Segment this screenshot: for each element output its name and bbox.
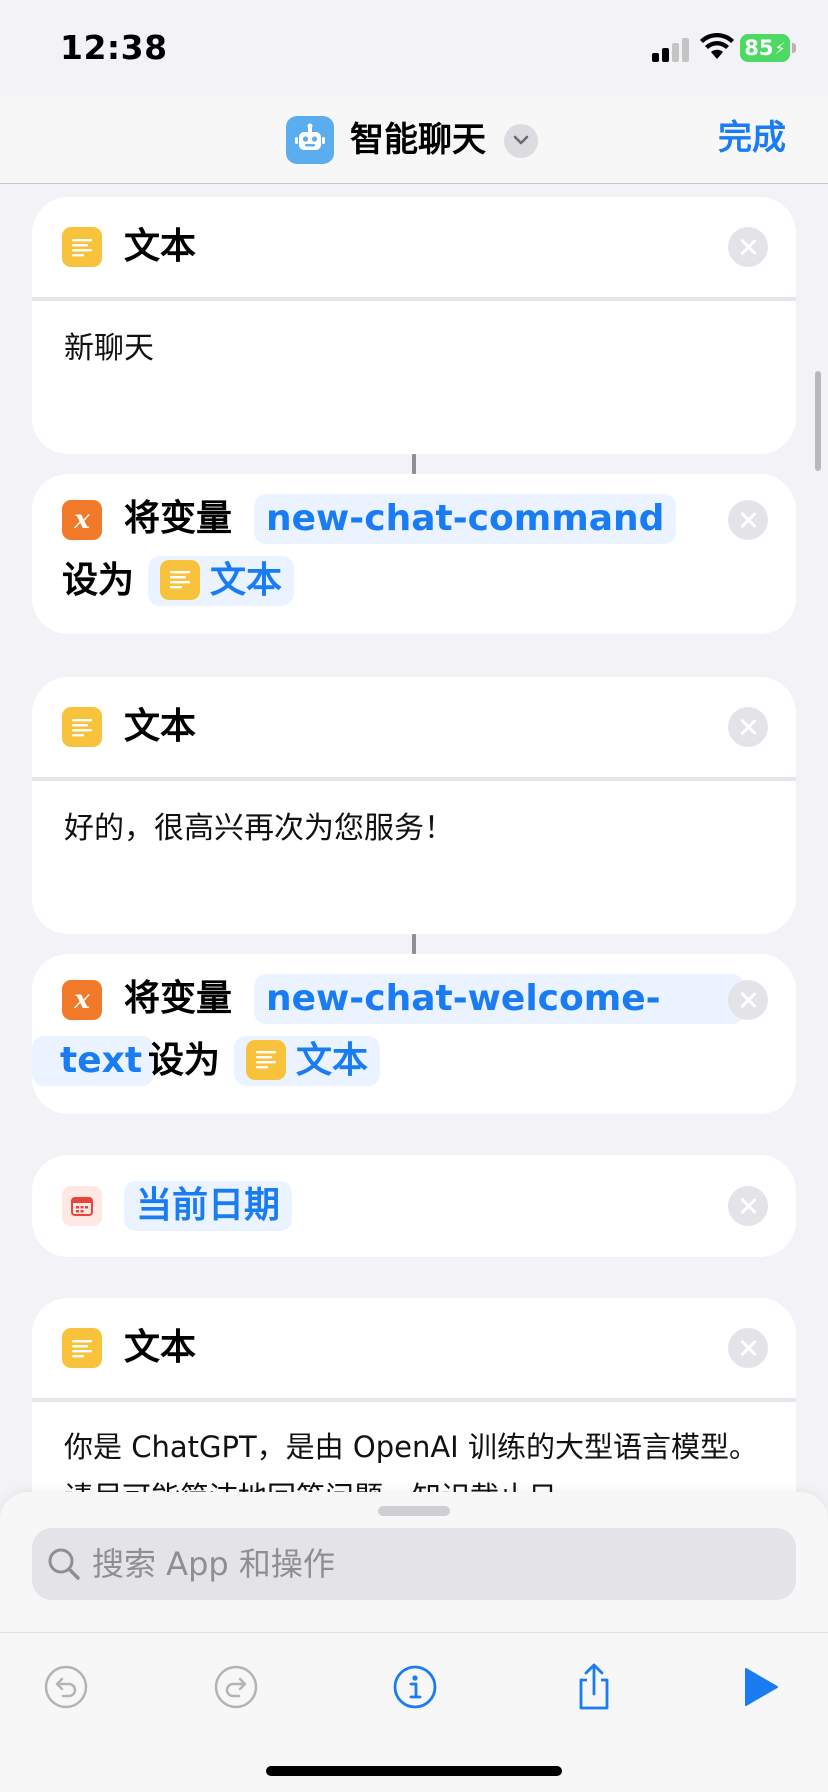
variable-value-label: 文本 (296, 1040, 369, 1081)
chevron-down-icon (513, 135, 529, 145)
text-content-field[interactable]: 你是 ChatGPT，是由 OpenAI 训练的大型语言模型。请尽可能简洁地回答… (32, 1402, 796, 1492)
card-header: 文本 (32, 1298, 796, 1398)
text-content-field[interactable]: 好的，很高兴再次为您服务！ (32, 781, 796, 877)
action-title: 文本 (124, 1327, 197, 1368)
action-search-sheet (0, 1492, 828, 1792)
nav-bar: 智能聊天 完成 (0, 96, 828, 184)
undo-icon (44, 1665, 88, 1709)
set-as-label: 设为 (148, 1040, 221, 1081)
variable-x-icon: x (62, 980, 102, 1020)
editor-toolbar (0, 1632, 828, 1742)
text-action-icon (62, 1328, 102, 1368)
variable-x-icon: x (62, 500, 102, 540)
wifi-icon (700, 33, 734, 59)
set-variable-action-card[interactable]: x 将变量 new-chat-command 设为 文本 (32, 474, 796, 634)
redo-button[interactable] (210, 1661, 262, 1713)
battery-level: 85 (744, 36, 774, 60)
scroll-indicator[interactable] (815, 371, 821, 471)
home-indicator (266, 1766, 562, 1776)
flow-connector (412, 454, 416, 474)
run-button[interactable] (734, 1661, 786, 1713)
set-variable-verb: 将变量 (124, 978, 233, 1019)
shortcut-editor-screen: 12:38 85 ⚡ 智能聊天 完成 文本 新聊天 x 将变量 new-chat… (0, 0, 828, 1792)
status-bar: 12:38 85 ⚡ (0, 0, 828, 96)
battery-tip (792, 43, 796, 53)
calendar-icon (62, 1186, 102, 1226)
search-icon (48, 1548, 80, 1580)
set-as-label: 设为 (62, 560, 135, 601)
remove-action-button[interactable] (728, 707, 768, 747)
play-icon (745, 1668, 778, 1706)
search-field[interactable] (32, 1528, 796, 1600)
robot-icon[interactable] (286, 116, 334, 164)
title-menu-button[interactable] (504, 124, 538, 158)
undo-button[interactable] (40, 1661, 92, 1713)
remove-action-button[interactable] (728, 500, 768, 540)
text-action-card[interactable]: 文本 好的，很高兴再次为您服务！ (32, 677, 796, 934)
remove-action-button[interactable] (728, 980, 768, 1020)
cellular-signal-icon (652, 36, 690, 62)
card-header: 文本 (32, 197, 796, 297)
status-time: 12:38 (60, 28, 168, 67)
variable-name-token[interactable]: new-chat-welcome- (254, 974, 744, 1024)
action-list[interactable]: 文本 新聊天 x 将变量 new-chat-command 设为 文本 文本 好… (0, 185, 828, 1492)
variable-value-label: 文本 (210, 560, 283, 601)
set-variable-verb: 将变量 (124, 498, 233, 539)
sheet-grabber[interactable] (378, 1506, 450, 1516)
card-header: 文本 (32, 677, 796, 777)
set-variable-action-card[interactable]: x 将变量 new-chat-welcome- text 设为 文本 (32, 954, 796, 1114)
redo-icon (214, 1665, 258, 1709)
flow-connector (412, 934, 416, 954)
current-date-action-card[interactable]: 当前日期 (32, 1155, 796, 1257)
share-button[interactable] (568, 1661, 620, 1713)
text-content-field[interactable]: 新聊天 (32, 301, 796, 397)
text-action-icon (246, 1040, 286, 1080)
variable-value-token[interactable]: 文本 (234, 1036, 381, 1086)
remove-action-button[interactable] (728, 1328, 768, 1368)
share-icon (579, 1663, 609, 1710)
info-button[interactable] (389, 1661, 441, 1713)
remove-action-button[interactable] (728, 1186, 768, 1226)
text-action-card[interactable]: 文本 新聊天 (32, 197, 796, 454)
done-button[interactable]: 完成 (718, 116, 786, 160)
action-title: 文本 (124, 226, 197, 267)
search-input[interactable] (92, 1528, 782, 1600)
variable-name-token-continued[interactable]: text (32, 1036, 155, 1086)
text-action-icon (62, 707, 102, 747)
shortcut-title[interactable]: 智能聊天 (350, 118, 486, 162)
variable-name-token[interactable]: new-chat-command (254, 494, 677, 544)
variable-value-token[interactable]: 文本 (148, 556, 295, 606)
text-action-icon (62, 227, 102, 267)
remove-action-button[interactable] (728, 227, 768, 267)
battery-indicator: 85 ⚡ (740, 34, 790, 62)
info-icon (393, 1665, 437, 1709)
current-date-token[interactable]: 当前日期 (124, 1181, 293, 1231)
action-title: 文本 (124, 706, 197, 747)
text-action-icon (160, 560, 200, 600)
text-action-card[interactable]: 文本 你是 ChatGPT，是由 OpenAI 训练的大型语言模型。请尽可能简洁… (32, 1298, 796, 1492)
